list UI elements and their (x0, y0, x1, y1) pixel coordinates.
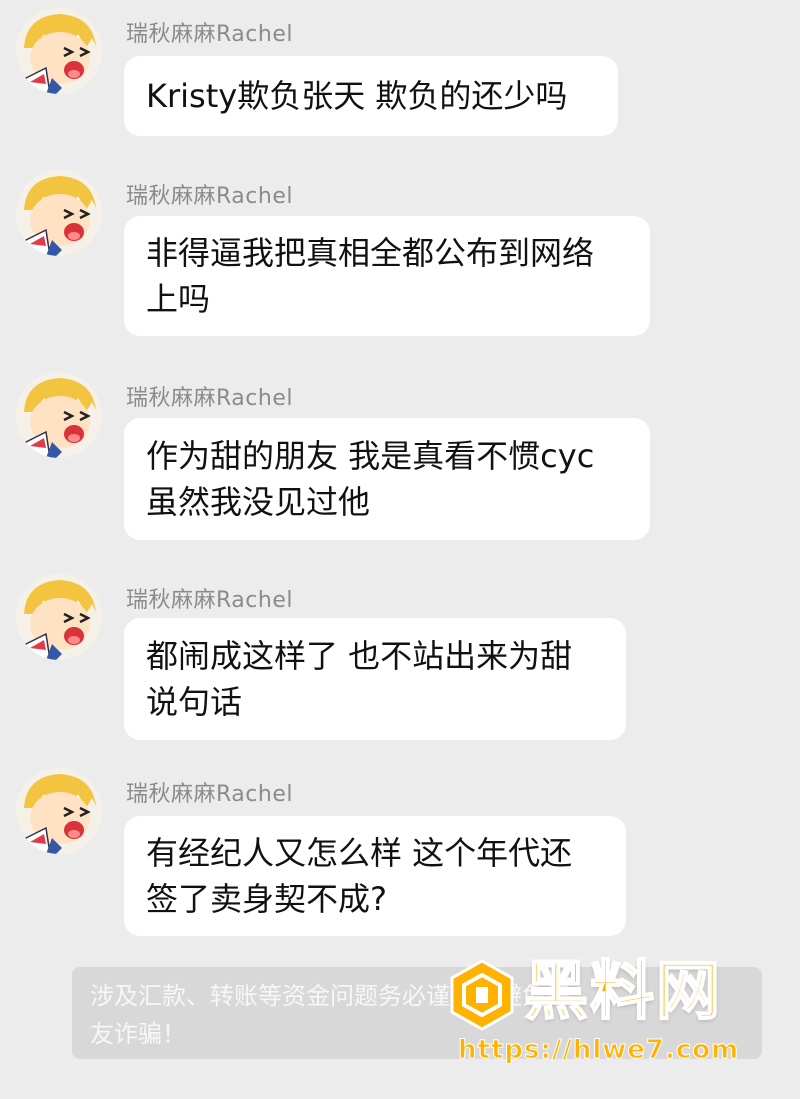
message-bubble[interactable]: 作为甜的朋友 我是真看不惯cyc 虽然我没见过他 (124, 418, 650, 540)
message-bubble[interactable]: Kristy欺负张天 欺负的还少吗 (124, 56, 618, 136)
sender-avatar[interactable] (16, 574, 102, 660)
cartoon-girl-avatar-icon (16, 8, 102, 94)
sender-name: 瑞秋麻麻Rachel (126, 22, 293, 47)
watermark-url: https://hlwe7.com (457, 1035, 740, 1066)
hexagon-logo-icon (450, 959, 514, 1031)
message-text: 非得逼我把真相全都公布到网络 上吗 (146, 234, 595, 318)
message-bubble[interactable]: 有经纪人又怎么样 这个年代还 签了卖身契不成? (124, 816, 626, 936)
cartoon-girl-avatar-icon (16, 170, 102, 256)
watermark: 黑料网 https://hlwe7.com (446, 953, 776, 1073)
watermark-title: 黑料网 (523, 954, 722, 1030)
message-text: Kristy欺负张天 欺负的还少吗 (146, 77, 568, 115)
sender-name: 瑞秋麻麻Rachel (126, 386, 293, 411)
cartoon-girl-avatar-icon (16, 372, 102, 458)
cartoon-girl-avatar-icon (16, 768, 102, 854)
cartoon-girl-avatar-icon (16, 574, 102, 660)
message-text: 有经纪人又怎么样 这个年代还 签了卖身契不成? (146, 834, 573, 918)
sender-avatar[interactable] (16, 372, 102, 458)
sender-name: 瑞秋麻麻Rachel (126, 184, 293, 209)
message-bubble[interactable]: 非得逼我把真相全都公布到网络 上吗 (124, 216, 650, 336)
sender-avatar[interactable] (16, 170, 102, 256)
message-text: 作为甜的朋友 我是真看不惯cyc 虽然我没见过他 (146, 437, 595, 521)
sender-name: 瑞秋麻麻Rachel (126, 588, 293, 613)
sender-avatar[interactable] (16, 768, 102, 854)
message-text: 都闹成这样了 也不站出来为甜 说句话 (146, 637, 573, 721)
sender-name: 瑞秋麻麻Rachel (126, 782, 293, 807)
message-bubble[interactable]: 都闹成这样了 也不站出来为甜 说句话 (124, 618, 626, 740)
sender-avatar[interactable] (16, 8, 102, 94)
